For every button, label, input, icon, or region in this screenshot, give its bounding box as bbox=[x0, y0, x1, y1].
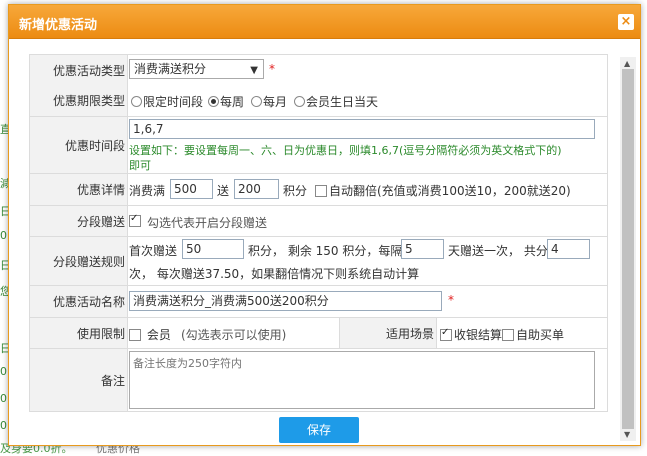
radio-icon[interactable] bbox=[251, 96, 262, 107]
period-option-weekly[interactable]: 每周 bbox=[208, 93, 244, 110]
row-limit: 使用限制 会员 (勾选表示可以使用) 适用场景 收银结算 自助买单 bbox=[29, 318, 608, 349]
row-detail: 优惠详情 消费满 500 送 200 积分 自动翻倍(充值或消费100送10，2… bbox=[29, 174, 608, 206]
radio-selected-icon[interactable] bbox=[208, 96, 219, 107]
radio-icon[interactable] bbox=[131, 96, 142, 107]
time-input[interactable]: 1,6,7 bbox=[129, 119, 595, 139]
period-option-birthday[interactable]: 会员生日当天 bbox=[294, 93, 378, 110]
row-period-type: 优惠期限类型 限定时间段 每周 每月 会员生日当天 bbox=[29, 85, 608, 117]
add-promotion-dialog: 新增优惠活动 × ▲ ▼ 优惠活动类型 消费满送积分 ▼ * 优惠期限类型 限定… bbox=[8, 4, 641, 446]
time-label: 优惠时间段 bbox=[30, 117, 128, 173]
segmented-checkbox[interactable] bbox=[129, 213, 143, 228]
note-label: 备注 bbox=[30, 349, 128, 411]
segmented-label: 分段赠送 bbox=[30, 206, 128, 236]
name-input[interactable]: 消费满送积分_消费满500送200积分 bbox=[129, 291, 442, 311]
row-name: 优惠活动名称 消费满送积分_消费满500送200积分 * bbox=[29, 286, 608, 318]
scrollbar-thumb[interactable] bbox=[622, 69, 634, 429]
dialog-titlebar[interactable]: 新增优惠活动 × bbox=[9, 5, 640, 39]
checkbox-checked-icon[interactable] bbox=[440, 327, 452, 341]
note-textarea[interactable] bbox=[129, 351, 595, 409]
segment-summary: 次， 每次赠送37.50，如果翻倍情况下则系统自动计算 bbox=[129, 267, 420, 281]
detail-prefix: 消费满 bbox=[129, 184, 166, 198]
background-text: 0 bbox=[0, 419, 7, 432]
period-option-monthly[interactable]: 每月 bbox=[251, 93, 287, 110]
name-label: 优惠活动名称 bbox=[30, 286, 128, 317]
segment-first-input[interactable]: 50 bbox=[182, 239, 244, 259]
detail-suffix: 积分 bbox=[283, 184, 308, 198]
background-text: 0 bbox=[0, 392, 7, 405]
detail-label: 优惠详情 bbox=[30, 174, 128, 205]
background-text: 0 bbox=[0, 229, 7, 242]
scene-label: 适用场景 bbox=[339, 318, 437, 348]
save-button[interactable]: 保存 bbox=[279, 417, 359, 443]
segment-count-input[interactable]: 4 bbox=[547, 239, 590, 259]
checkbox-icon[interactable] bbox=[129, 328, 141, 341]
close-icon[interactable]: × bbox=[618, 14, 634, 30]
row-segmented: 分段赠送 勾选代表开启分段赠送 bbox=[29, 206, 608, 237]
dialog-title: 新增优惠活动 bbox=[19, 18, 98, 33]
period-type-label: 优惠期限类型 bbox=[30, 85, 128, 116]
detail-points-input[interactable]: 200 bbox=[234, 179, 279, 199]
detail-amount-input[interactable]: 500 bbox=[170, 179, 213, 199]
scroll-up-icon[interactable]: ▲ bbox=[624, 59, 630, 68]
segment-interval-input[interactable]: 5 bbox=[401, 239, 444, 259]
row-note: 备注 bbox=[29, 349, 608, 412]
checkbox-icon[interactable] bbox=[315, 184, 327, 197]
scroll-down-icon[interactable]: ▼ bbox=[624, 430, 630, 439]
period-option-time-range[interactable]: 限定时间段 bbox=[131, 93, 203, 110]
checkbox-icon[interactable] bbox=[502, 328, 514, 341]
segmented-hint: 勾选代表开启分段赠送 bbox=[147, 216, 268, 230]
radio-icon[interactable] bbox=[294, 96, 305, 107]
time-hint: 设置如下：要设置每周一、六、日为优惠日，则填1,6,7(逗号分隔符必须为英文格式… bbox=[129, 144, 562, 157]
row-promotion-type: 优惠活动类型 消费满送积分 ▼ * bbox=[29, 54, 608, 86]
scene-option-self-pay[interactable]: 自助买单 bbox=[502, 326, 564, 343]
member-hint: (勾选表示可以使用) bbox=[181, 328, 287, 342]
segment-first-label: 首次赠送 bbox=[129, 244, 178, 258]
required-mark: * bbox=[269, 62, 275, 76]
limit-label: 使用限制 bbox=[30, 318, 128, 348]
row-time: 优惠时间段 1,6,7 设置如下：要设置每周一、六、日为优惠日，则填1,6,7(… bbox=[29, 117, 608, 174]
member-option[interactable]: 会员 bbox=[129, 326, 171, 343]
promotion-type-value: 消费满送积分 bbox=[134, 62, 207, 76]
background-text: 0 bbox=[0, 365, 7, 378]
dialog-scrollbar[interactable]: ▲ ▼ bbox=[620, 57, 636, 441]
row-segment-rule: 分段赠送规则 首次赠送 50 积分， 剩余 150 积分，每隔 5 天赠送一次，… bbox=[29, 237, 608, 286]
scene-option-checkout[interactable]: 收银结算 bbox=[440, 326, 502, 343]
detail-mid: 送 bbox=[217, 184, 230, 198]
required-mark: * bbox=[448, 293, 454, 307]
segment-remain-text: 积分， 剩余 150 积分，每隔 bbox=[248, 244, 403, 258]
time-hint-continued: 即可 bbox=[129, 159, 151, 172]
auto-double-option[interactable]: 自动翻倍(充值或消费100送10，200就送20) bbox=[315, 182, 571, 199]
segment-rule-label: 分段赠送规则 bbox=[30, 237, 128, 285]
checkbox-checked-icon[interactable] bbox=[129, 213, 141, 227]
promotion-type-select[interactable]: 消费满送积分 ▼ bbox=[129, 59, 264, 79]
promotion-type-label: 优惠活动类型 bbox=[30, 55, 128, 85]
chevron-down-icon: ▼ bbox=[250, 65, 258, 76]
segment-interval-text: 天赠送一次， 共分 bbox=[448, 244, 548, 258]
